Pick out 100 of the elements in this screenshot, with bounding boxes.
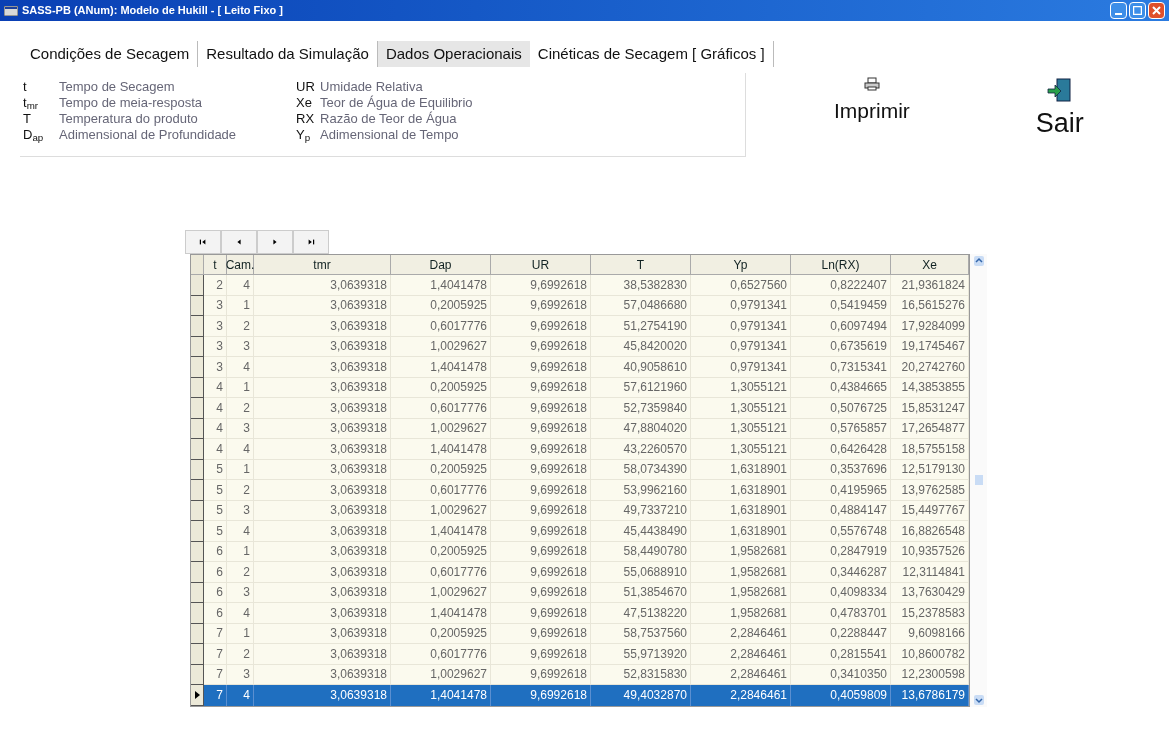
table-cell: 3,0639318 [254, 336, 391, 357]
table-cell: 57,0486680 [591, 295, 691, 316]
next-record-icon [271, 238, 279, 246]
table-row[interactable]: 6 2 3,0639318 0,6017776 9,6992618 55,0688910 1,9582681 0,3446287 12,3114841 [191, 562, 969, 583]
table-cell: 3,0639318 [254, 500, 391, 521]
table-cell: 3,0639318 [254, 685, 391, 706]
row-indicator[interactable] [191, 603, 204, 624]
exit-button[interactable]: Sair [1027, 77, 1092, 144]
row-indicator[interactable] [191, 275, 204, 296]
table-cell: 3 [227, 582, 254, 603]
table-row[interactable]: 5 1 3,0639318 0,2005925 9,6992618 58,0734390 1,6318901 0,3537696 12,5179130 [191, 459, 969, 480]
column-header[interactable]: Ln(RX) [791, 255, 891, 274]
table-cell: 51,2754190 [591, 316, 691, 337]
close-button[interactable] [1148, 2, 1165, 19]
legend-meaning: Temperatura do produto [59, 110, 198, 128]
table-cell: 1,3055121 [691, 439, 791, 460]
table-row[interactable]: 4 3 3,0639318 1,0029627 9,6992618 47,8804020 1,3055121 0,5765857 17,2654877 [191, 418, 969, 439]
row-indicator[interactable] [191, 521, 204, 542]
table-row[interactable]: 2 4 3,0639318 1,4041478 9,6992618 38,5382830 0,6527560 0,8222407 21,9361824 [191, 275, 969, 296]
legend-meaning: Teor de Água de Equilibrio [320, 94, 473, 111]
print-button[interactable]: Imprimir [826, 77, 918, 127]
row-indicator[interactable] [191, 685, 204, 706]
table-row[interactable]: 6 1 3,0639318 0,2005925 9,6992618 58,4490780 1,9582681 0,2847919 10,9357526 [191, 541, 969, 562]
table-cell: 2 [227, 398, 254, 419]
table-cell: 13,9762585 [891, 480, 969, 501]
legend-symbol: Xe [296, 94, 313, 112]
table-cell: 4 [227, 521, 254, 542]
tab[interactable]: Dados Operacionais [377, 41, 530, 67]
first-record-icon [199, 238, 207, 246]
table-cell: 18,5755158 [891, 439, 969, 460]
table-cell: 55,0688910 [591, 562, 691, 583]
table-row[interactable]: 3 2 3,0639318 0,6017776 9,6992618 51,2754190 0,9791341 0,6097494 17,9284099 [191, 316, 969, 337]
minimize-button[interactable] [1110, 2, 1127, 19]
column-header[interactable]: Cam. [227, 255, 254, 274]
table-cell: 1 [227, 459, 254, 480]
table-cell: 1,9582681 [691, 562, 791, 583]
maximize-button[interactable] [1129, 2, 1146, 19]
previous-record-icon [235, 238, 243, 246]
row-indicator[interactable] [191, 439, 204, 460]
table-row[interactable]: 7 1 3,0639318 0,2005925 9,6992618 58,7537560 2,2846461 0,2288447 9,6098166 [191, 623, 969, 644]
table-cell: 0,5576748 [791, 521, 891, 542]
row-indicator[interactable] [191, 480, 204, 501]
table-cell: 1,3055121 [691, 398, 791, 419]
table-cell: 0,5419459 [791, 295, 891, 316]
table-cell: 3,0639318 [254, 459, 391, 480]
table-row[interactable]: 6 3 3,0639318 1,0029627 9,6992618 51,3854670 1,9582681 0,4098334 13,7630429 [191, 582, 969, 603]
table-row[interactable]: 3 1 3,0639318 0,2005925 9,6992618 57,0486680 0,9791341 0,5419459 16,5615276 [191, 295, 969, 316]
maximize-icon [1133, 6, 1142, 15]
table-row[interactable]: 3 4 3,0639318 1,4041478 9,6992618 40,9058610 0,9791341 0,7315341 20,2742760 [191, 357, 969, 378]
scroll-down-icon [973, 694, 984, 705]
table-cell: 38,5382830 [591, 275, 691, 296]
table-cell: 0,6017776 [391, 480, 491, 501]
last-record-icon [307, 238, 315, 246]
table-row[interactable]: 5 4 3,0639318 1,4041478 9,6992618 45,4438490 1,6318901 0,5576748 16,8826548 [191, 521, 969, 542]
table-cell: 9,6992618 [491, 541, 591, 562]
row-indicator[interactable] [191, 316, 204, 337]
table-cell: 0,4884147 [791, 500, 891, 521]
legend-symbol: UR [296, 78, 316, 96]
table-row[interactable]: 4 4 3,0639318 1,4041478 9,6992618 43,2260570 1,3055121 0,6426428 18,5755158 [191, 439, 969, 460]
row-indicator[interactable] [191, 562, 204, 583]
column-header[interactable]: Yp [691, 255, 791, 274]
table-cell: 9,6992618 [491, 603, 591, 624]
table-cell: 17,2654877 [891, 418, 969, 439]
table-cell: 3,0639318 [254, 377, 391, 398]
table-cell: 2 [227, 480, 254, 501]
scrollbar[interactable] [970, 254, 987, 707]
table-cell: 20,2742760 [891, 357, 969, 378]
table-row[interactable]: 6 4 3,0639318 1,4041478 9,6992618 47,5138220 1,9582681 0,4783701 15,2378583 [191, 603, 969, 624]
table-cell: 9,6992618 [491, 623, 591, 644]
table-row[interactable]: 5 3 3,0639318 1,0029627 9,6992618 49,7337210 1,6318901 0,4884147 15,4497767 [191, 500, 969, 521]
table-row[interactable]: 3 3 3,0639318 1,0029627 9,6992618 45,8420020 0,9791341 0,6735619 19,1745467 [191, 336, 969, 357]
table-row[interactable]: 7 2 3,0639318 0,6017776 9,6992618 55,9713920 2,2846461 0,2815541 10,8600782 [191, 644, 969, 665]
table-cell: 45,4438490 [591, 521, 691, 542]
column-header[interactable]: Xe [891, 255, 969, 274]
table-cell: 1,4041478 [391, 439, 491, 460]
row-indicator[interactable] [191, 357, 204, 378]
column-header[interactable]: T [591, 255, 691, 274]
table-row[interactable]: 7 4 3,0639318 1,4041478 9,6992618 49,4032870 2,2846461 0,4059809 13,6786179 [191, 685, 969, 706]
table-row[interactable]: 5 2 3,0639318 0,6017776 9,6992618 53,9962160 1,6318901 0,4195965 13,9762585 [191, 480, 969, 501]
table-cell: 17,9284099 [891, 316, 969, 337]
table-row[interactable]: 4 2 3,0639318 0,6017776 9,6992618 52,7359840 1,3055121 0,5076725 15,8531247 [191, 398, 969, 419]
legend-symbol: RX [296, 110, 316, 128]
row-indicator[interactable] [191, 398, 204, 419]
table-cell: 19,1745467 [891, 336, 969, 357]
table-cell: 1 [227, 541, 254, 562]
table-cell: 2 [227, 316, 254, 337]
table-cell: 1 [227, 377, 254, 398]
table-cell: 1,6318901 [691, 521, 791, 542]
column-header[interactable]: Dap [391, 255, 491, 274]
table-cell: 0,2815541 [791, 644, 891, 665]
row-indicator[interactable] [191, 644, 204, 665]
table-cell: 0,2005925 [391, 459, 491, 480]
legend-symbol: D$_{ap}$ [23, 126, 45, 145]
column-header[interactable]: tmr [254, 255, 391, 274]
table-cell: 58,4490780 [591, 541, 691, 562]
table-cell: 9,6992618 [491, 644, 591, 665]
table-row[interactable]: 4 1 3,0639318 0,2005925 9,6992618 57,6121960 1,3055121 0,4384665 14,3853855 [191, 377, 969, 398]
column-header[interactable]: t [204, 255, 227, 274]
table-cell: 0,6017776 [391, 316, 491, 337]
column-header[interactable]: UR [491, 255, 591, 274]
